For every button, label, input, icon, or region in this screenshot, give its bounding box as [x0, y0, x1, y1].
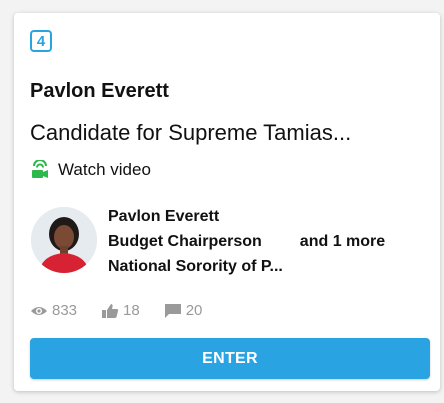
thumbs-up-icon: [102, 303, 119, 318]
avatar: [31, 207, 97, 273]
enter-button[interactable]: ENTER: [30, 338, 430, 379]
video-camera-icon: [32, 160, 48, 178]
more-roles-link[interactable]: and 1 more: [300, 229, 385, 255]
author-name: Pavlon Everett: [30, 80, 169, 102]
likes-stat: 18: [101, 302, 140, 319]
likes-count: 18: [123, 302, 140, 319]
candidate-role-row: Budget Chairperson and 1 more: [108, 229, 428, 255]
comment-icon: [164, 303, 181, 318]
card-title: Candidate for Supreme Tamias...: [30, 120, 352, 145]
watch-video-label: Watch video: [58, 160, 151, 179]
candidate-card[interactable]: 4 Pavlon Everett Candidate for Supreme T…: [14, 13, 440, 391]
eye-icon: [31, 306, 47, 315]
candidate-organization: National Sorority of P...: [108, 258, 283, 275]
candidate-role: Budget Chairperson: [108, 233, 262, 250]
stats-row: 833 18 20: [30, 302, 226, 319]
comments-stat: 20: [164, 302, 203, 319]
rank-badge: 4: [30, 30, 52, 52]
watch-video-link[interactable]: Watch video: [30, 160, 151, 180]
candidate-info: Pavlon Everett Budget Chairperson and 1 …: [108, 205, 428, 279]
candidate-name: Pavlon Everett: [108, 208, 220, 225]
views-stat: 833: [30, 302, 77, 319]
views-count: 833: [52, 302, 78, 319]
comments-count: 20: [185, 302, 203, 319]
